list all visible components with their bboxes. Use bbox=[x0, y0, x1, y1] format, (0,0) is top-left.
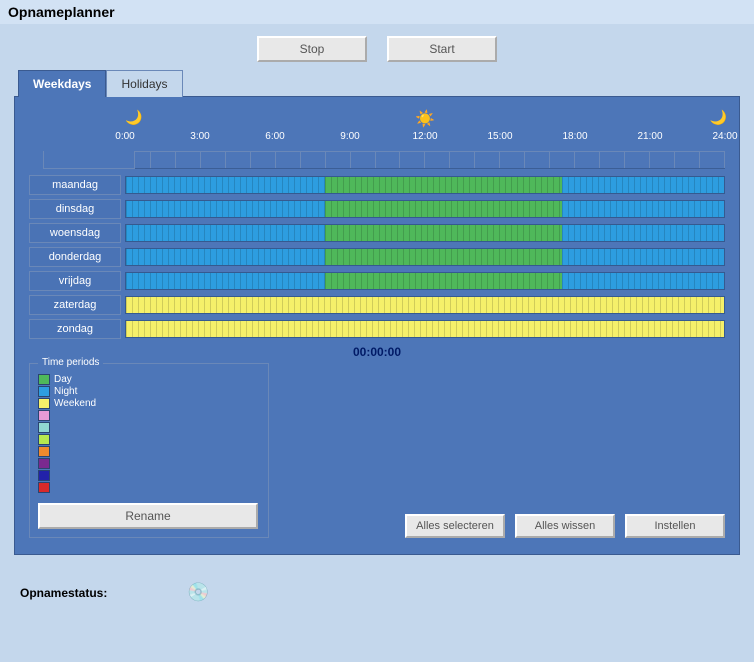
legend-swatch bbox=[38, 422, 50, 433]
day-row: zondag bbox=[29, 319, 725, 339]
legend-label: Night bbox=[54, 386, 77, 397]
segment-day[interactable] bbox=[325, 249, 562, 265]
time-axis: 🌙 ☀️ 🌙 0:003:006:009:0012:0015:0018:0021… bbox=[125, 111, 725, 151]
segment-night[interactable] bbox=[126, 273, 325, 289]
legend: Time periods DayNightWeekend Rename bbox=[29, 363, 269, 538]
legend-swatch bbox=[38, 482, 50, 493]
legend-item[interactable] bbox=[38, 422, 260, 433]
legend-item[interactable]: Weekend bbox=[38, 398, 260, 409]
top-button-bar: Stop Start bbox=[0, 24, 754, 70]
day-bar[interactable] bbox=[125, 200, 725, 218]
day-label: zondag bbox=[29, 319, 121, 339]
day-label: donderdag bbox=[29, 247, 121, 267]
day-bar[interactable] bbox=[125, 320, 725, 338]
day-label: zaterdag bbox=[29, 295, 121, 315]
day-row: dinsdag bbox=[29, 199, 725, 219]
day-bar[interactable] bbox=[125, 296, 725, 314]
hour-label: 9:00 bbox=[340, 131, 359, 142]
tab-bar: Weekdays Holidays bbox=[18, 70, 754, 97]
legend-label: Weekend bbox=[54, 398, 96, 409]
hour-ticks bbox=[125, 151, 725, 169]
legend-item[interactable] bbox=[38, 410, 260, 421]
day-label: woensdag bbox=[29, 223, 121, 243]
disc-icon: 💿 bbox=[187, 582, 209, 603]
legend-swatch bbox=[38, 386, 50, 397]
hour-label: 18:00 bbox=[562, 131, 587, 142]
segment-night[interactable] bbox=[562, 225, 724, 241]
rename-button[interactable]: Rename bbox=[38, 503, 258, 529]
day-row: donderdag bbox=[29, 247, 725, 267]
segment-night[interactable] bbox=[562, 249, 724, 265]
day-header-empty bbox=[43, 151, 135, 169]
segment-day[interactable] bbox=[325, 201, 562, 217]
schedule-panel: 🌙 ☀️ 🌙 0:00 3:00 6:00 9:00 12:00 15:00 18:00 21… bbox=[14, 96, 740, 555]
legend-label: Day bbox=[54, 374, 72, 385]
legend-item[interactable] bbox=[38, 482, 260, 493]
segment-night[interactable] bbox=[126, 225, 325, 241]
legend-swatch bbox=[38, 374, 50, 385]
day-label: vrijdag bbox=[29, 271, 121, 291]
select-all-button[interactable]: Alles selecteren bbox=[405, 514, 505, 538]
stop-button[interactable]: Stop bbox=[257, 36, 367, 62]
segment-day[interactable] bbox=[325, 273, 562, 289]
hour-label: 12:00 bbox=[412, 131, 437, 142]
day-bar[interactable] bbox=[125, 224, 725, 242]
segment-night[interactable] bbox=[126, 249, 325, 265]
status-label: Opnamestatus: bbox=[20, 586, 107, 600]
hour-label: 0:00 bbox=[115, 131, 134, 142]
day-row: woensdag bbox=[29, 223, 725, 243]
legend-swatch bbox=[38, 470, 50, 481]
segment-weekend[interactable] bbox=[126, 297, 724, 313]
hour-label: 3:00 bbox=[190, 131, 209, 142]
day-bar[interactable] bbox=[125, 176, 725, 194]
segment-day[interactable] bbox=[325, 177, 562, 193]
legend-item[interactable] bbox=[38, 434, 260, 445]
legend-item[interactable]: Day bbox=[38, 374, 260, 385]
hour-label: 15:00 bbox=[487, 131, 512, 142]
tab-holidays[interactable]: Holidays bbox=[106, 70, 182, 97]
segment-night[interactable] bbox=[562, 273, 724, 289]
day-bar[interactable] bbox=[125, 248, 725, 266]
hour-label: 6:00 bbox=[265, 131, 284, 142]
legend-swatch bbox=[38, 434, 50, 445]
legend-item[interactable] bbox=[38, 470, 260, 481]
time-cursor: 00:00:00 bbox=[29, 345, 725, 359]
day-bar[interactable] bbox=[125, 272, 725, 290]
status-bar: Opnamestatus: 💿 bbox=[0, 564, 754, 613]
legend-item[interactable] bbox=[38, 458, 260, 469]
legend-item[interactable]: Night bbox=[38, 386, 260, 397]
day-label: maandag bbox=[29, 175, 121, 195]
legend-swatch bbox=[38, 446, 50, 457]
legend-item[interactable] bbox=[38, 446, 260, 457]
hour-label: 24:00 bbox=[712, 131, 737, 142]
hour-label: 21:00 bbox=[637, 131, 662, 142]
segment-day[interactable] bbox=[325, 225, 562, 241]
day-row: vrijdag bbox=[29, 271, 725, 291]
legend-swatch bbox=[38, 410, 50, 421]
segment-night[interactable] bbox=[126, 201, 325, 217]
tab-weekdays[interactable]: Weekdays bbox=[18, 70, 106, 97]
day-row: maandag bbox=[29, 175, 725, 195]
moon-icon: 🌙 bbox=[125, 109, 142, 126]
day-row: zaterdag bbox=[29, 295, 725, 315]
segment-night[interactable] bbox=[126, 177, 325, 193]
clear-all-button[interactable]: Alles wissen bbox=[515, 514, 615, 538]
legend-swatch bbox=[38, 458, 50, 469]
segment-weekend[interactable] bbox=[126, 321, 724, 337]
schedule-grid: maandag dinsdag woensdag donderdag vrijdag za… bbox=[29, 175, 725, 339]
segment-night[interactable] bbox=[562, 201, 724, 217]
sun-icon: ☀️ bbox=[415, 109, 435, 129]
window-title: Opnameplanner bbox=[0, 0, 754, 24]
start-button[interactable]: Start bbox=[387, 36, 497, 62]
legend-title: Time periods bbox=[38, 357, 103, 368]
moon-icon: 🌙 bbox=[710, 109, 727, 126]
legend-swatch bbox=[38, 398, 50, 409]
set-button[interactable]: Instellen bbox=[625, 514, 725, 538]
segment-night[interactable] bbox=[562, 177, 724, 193]
day-label: dinsdag bbox=[29, 199, 121, 219]
